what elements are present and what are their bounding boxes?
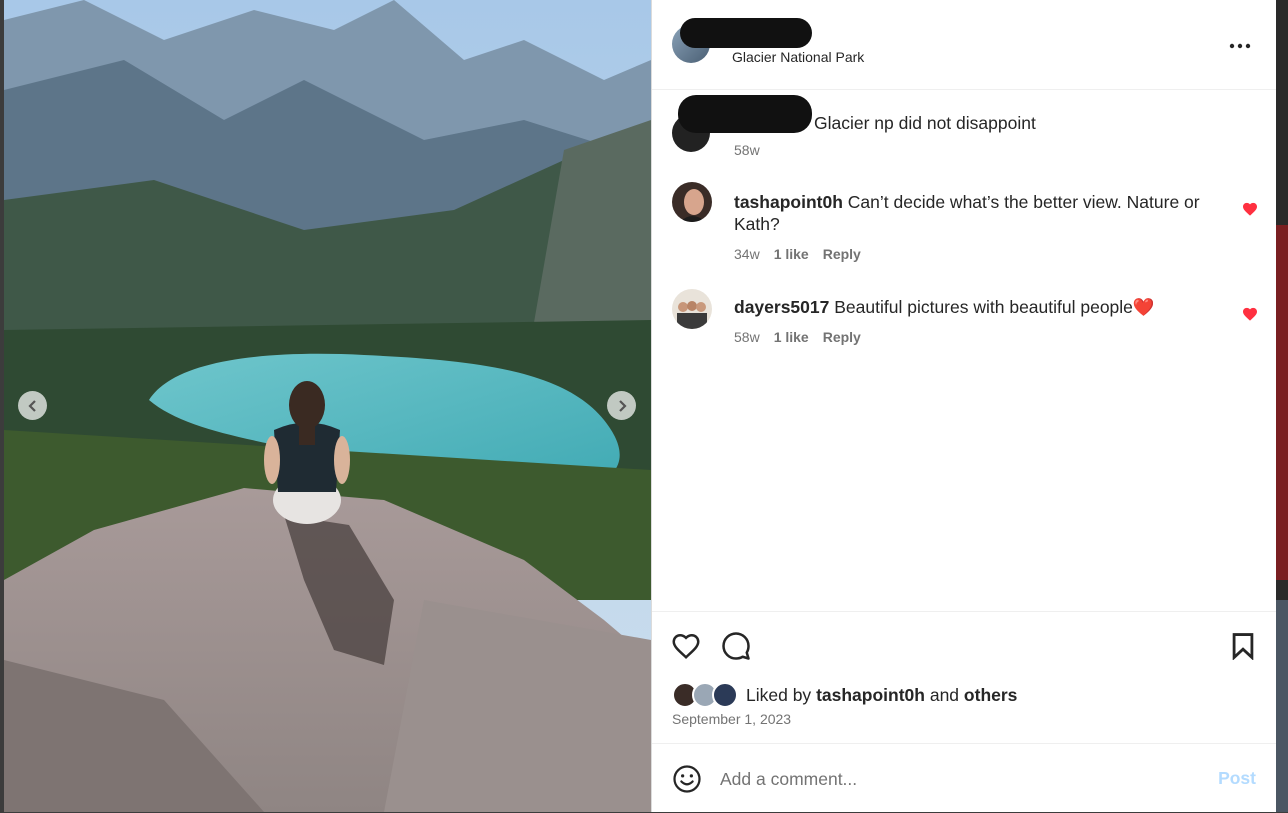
likes-summary: Liked by tashapoint0h and others [672,682,1017,708]
comment-meta: 34w 1 like Reply [734,246,861,262]
chevron-left-icon [27,399,36,412]
post-sidebar: Glacier National Park Glacier np did not… [651,0,1276,812]
commenter-avatar[interactable] [672,182,712,222]
comment-username[interactable]: dayers5017 [734,297,829,317]
comment-timestamp[interactable]: 58w [734,329,760,345]
liked-by-others-link[interactable]: others [964,685,1017,706]
comment-username[interactable]: tashapoint0h [734,192,843,212]
avatar-image [672,182,712,222]
comment-meta: 58w 1 like Reply [734,329,861,345]
post-comment-button[interactable]: Post [1218,768,1256,789]
liker-avatars[interactable] [672,682,738,708]
save-button[interactable] [1227,630,1259,662]
liked-by-and: and [929,684,960,705]
liker-avatar [712,682,738,708]
commenter-avatar[interactable] [672,289,712,329]
comment-timestamp[interactable]: 34w [734,246,760,262]
comment-like-count[interactable]: 1 like [774,246,809,262]
reply-button[interactable]: Reply [823,329,861,345]
heart-filled-icon[interactable] [1242,201,1258,217]
caption: Glacier np did not disappoint 58w [652,94,1276,164]
comment-input[interactable] [720,764,1180,794]
more-horizontal-icon [1229,43,1251,49]
heart-outline-icon [672,633,700,659]
post-photo[interactable] [4,0,651,812]
comment-text: Beautiful pictures with beautiful people [834,297,1133,317]
emoji-button[interactable] [672,764,702,794]
comment-button[interactable] [720,630,752,662]
photo-illustration [4,0,651,812]
post-modal: Glacier National Park Glacier np did not… [4,0,1276,812]
avatar-image [672,289,712,329]
caption-timestamp[interactable]: 58w [734,142,760,158]
backdrop [1276,0,1288,812]
backdrop-stripe [1276,600,1288,812]
redacted-username [678,95,812,133]
comment-bubble-icon [722,632,750,660]
next-photo-button[interactable] [607,391,636,420]
heart-emoji: ❤️ [1132,297,1155,317]
comment-body: dayers5017 Beautiful pictures with beaut… [734,296,1204,318]
comment-composer: Post [652,743,1276,813]
comment-body: tashapoint0h Can’t decide what’s the bet… [734,191,1204,235]
more-options-button[interactable] [1228,34,1252,58]
redacted-username [680,18,812,48]
post-actions: Liked by tashapoint0h and others Septemb… [652,611,1276,744]
chevron-right-icon [618,399,627,412]
caption-text: Glacier np did not disappoint [814,113,1036,133]
post-location[interactable]: Glacier National Park [732,49,864,65]
liked-by-user-link[interactable]: tashapoint0h [816,685,925,706]
smiley-icon [673,765,701,793]
reply-button[interactable]: Reply [823,246,861,262]
liked-by-prefix: Liked by [746,684,812,705]
post-date[interactable]: September 1, 2023 [672,711,791,727]
comment-like-count[interactable]: 1 like [774,329,809,345]
previous-photo-button[interactable] [18,391,47,420]
backdrop-stripe [1276,225,1288,580]
heart-filled-icon[interactable] [1242,306,1258,322]
post-header: Glacier National Park [652,0,1276,90]
like-button[interactable] [670,630,702,662]
bookmark-icon [1232,633,1254,660]
